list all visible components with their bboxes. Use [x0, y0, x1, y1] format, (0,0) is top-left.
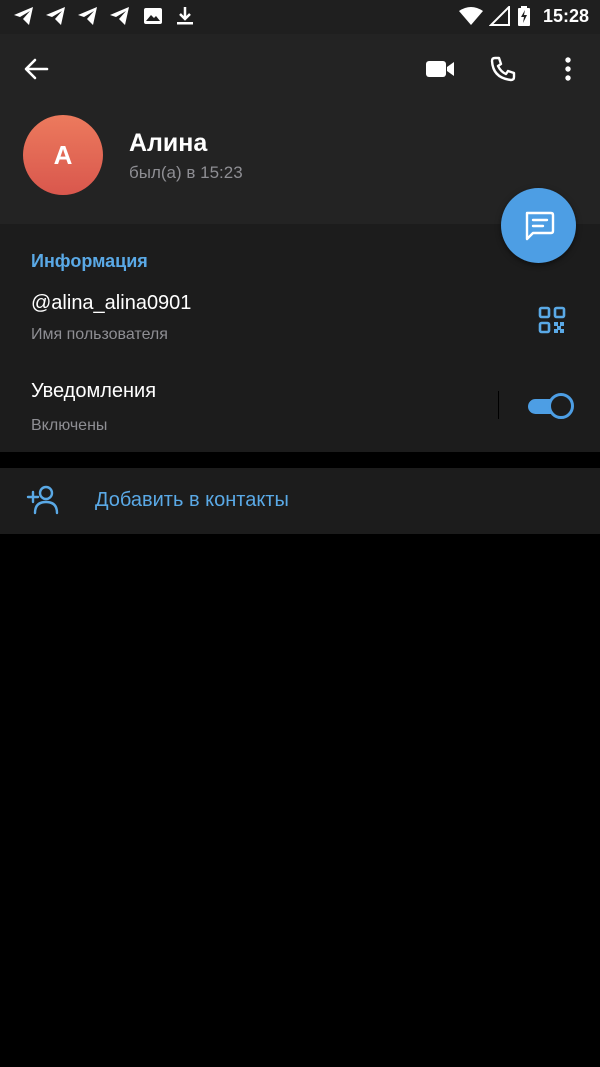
info-section: Информация @alina_alina0901 Имя пользова…: [0, 224, 600, 452]
status-bar: 15:28: [0, 0, 600, 34]
notifications-toggle[interactable]: [526, 393, 574, 419]
call-button[interactable]: [481, 47, 525, 91]
section-title-info: Информация: [31, 251, 148, 271]
video-call-icon: [426, 61, 454, 77]
add-contact-label: Добавить в контакты: [95, 489, 289, 511]
send-message-button[interactable]: [501, 188, 576, 263]
wifi-icon: [459, 7, 483, 25]
contact-name: Алина: [129, 129, 208, 157]
battery-charging-icon: [518, 6, 530, 26]
more-options-button[interactable]: [546, 47, 590, 91]
telegram-icon: [78, 7, 97, 25]
profile-header: А Алина был(а) в 15:23: [0, 34, 600, 224]
add-person-icon: [26, 485, 59, 515]
message-icon: [525, 211, 554, 240]
signal-icon: [489, 6, 510, 26]
username-value[interactable]: @alina_alina0901: [31, 292, 191, 315]
video-call-button[interactable]: [418, 47, 462, 91]
back-button[interactable]: [14, 47, 58, 91]
profile-screen: 15:28 А Алина был(а) в 15:23 Информация …: [0, 0, 600, 1067]
username-caption: Имя пользователя: [31, 326, 168, 343]
phone-icon: [490, 56, 516, 82]
image-icon: [144, 8, 162, 24]
telegram-icon: [110, 7, 129, 25]
qr-code-button[interactable]: [534, 302, 570, 338]
avatar[interactable]: А: [23, 115, 103, 195]
notifications-state: Включены: [31, 417, 108, 434]
download-icon: [177, 7, 193, 25]
status-time: 15:28: [542, 6, 589, 26]
telegram-icon: [14, 7, 33, 25]
back-arrow-icon: [24, 58, 49, 80]
last-seen-status: был(а) в 15:23: [129, 163, 243, 182]
telegram-icon: [46, 7, 65, 25]
add-contact-button[interactable]: Добавить в контакты: [0, 468, 600, 534]
divider: [498, 391, 499, 419]
avatar-letter: А: [53, 139, 73, 170]
qr-code-icon: [538, 306, 566, 334]
toggle-thumb: [548, 393, 574, 419]
more-vert-icon: [565, 57, 571, 81]
notifications-label[interactable]: Уведомления: [31, 380, 156, 403]
